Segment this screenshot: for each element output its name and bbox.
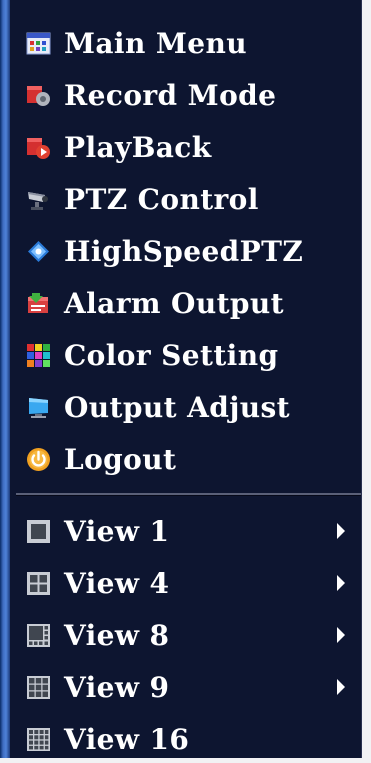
menu-item-label: PlayBack xyxy=(64,130,212,164)
menu-item-highspeed-ptz[interactable]: HighSpeedPTZ xyxy=(26,227,351,275)
menu-separator xyxy=(16,493,361,496)
menu-item-label: HighSpeedPTZ xyxy=(64,234,304,268)
menu-item-label: Output Adjust xyxy=(64,390,290,424)
menu-item-label: View 8 xyxy=(64,618,170,652)
context-menu: Main Menu Record Mode PlayBack PTZ Contr… xyxy=(0,0,362,758)
single-view-icon xyxy=(26,519,51,544)
eight-view-icon xyxy=(26,623,51,648)
menu-item-alarm-output[interactable]: Alarm Output xyxy=(26,279,351,327)
main-menu-icon xyxy=(26,31,51,56)
record-mode-icon xyxy=(26,83,51,108)
quad-view-icon xyxy=(26,571,51,596)
menu-item-output-adjust[interactable]: Output Adjust xyxy=(26,383,351,431)
submenu-arrow-icon xyxy=(337,575,345,591)
menu-item-label: PTZ Control xyxy=(64,182,259,216)
monitor-icon xyxy=(26,395,51,420)
menu-item-label: View 16 xyxy=(64,722,190,756)
submenu-arrow-icon xyxy=(337,627,345,643)
menu-item-view-4[interactable]: View 4 xyxy=(26,559,351,607)
sixteen-view-icon xyxy=(26,727,51,752)
highspeed-ptz-icon xyxy=(26,239,51,264)
color-grid-icon xyxy=(26,343,51,368)
playback-icon xyxy=(26,135,51,160)
menu-item-view-1[interactable]: View 1 xyxy=(26,507,351,555)
power-icon xyxy=(26,447,51,472)
menu-item-main-menu[interactable]: Main Menu xyxy=(26,19,351,67)
menu-left-rail xyxy=(0,0,10,758)
menu-item-ptz-control[interactable]: PTZ Control xyxy=(26,175,351,223)
menu-item-view-16[interactable]: View 16 xyxy=(26,715,351,763)
menu-item-label: Logout xyxy=(64,442,177,476)
menu-item-label: View 4 xyxy=(64,566,170,600)
menu-item-label: Color Setting xyxy=(64,338,279,372)
ptz-camera-icon xyxy=(26,187,51,212)
menu-item-label: Main Menu xyxy=(64,26,248,60)
menu-item-playback[interactable]: PlayBack xyxy=(26,123,351,171)
menu-item-view-9[interactable]: View 9 xyxy=(26,663,351,711)
menu-item-label: View 9 xyxy=(64,670,170,704)
menu-item-label: Alarm Output xyxy=(64,286,284,320)
menu-item-logout[interactable]: Logout xyxy=(26,435,351,483)
menu-item-record-mode[interactable]: Record Mode xyxy=(26,71,351,119)
alarm-output-icon xyxy=(26,291,51,316)
nine-view-icon xyxy=(26,675,51,700)
menu-item-view-8[interactable]: View 8 xyxy=(26,611,351,659)
submenu-arrow-icon xyxy=(337,523,345,539)
menu-item-label: View 1 xyxy=(64,514,170,548)
menu-item-label: Record Mode xyxy=(64,78,277,112)
submenu-arrow-icon xyxy=(337,679,345,695)
menu-item-color-setting[interactable]: Color Setting xyxy=(26,331,351,379)
